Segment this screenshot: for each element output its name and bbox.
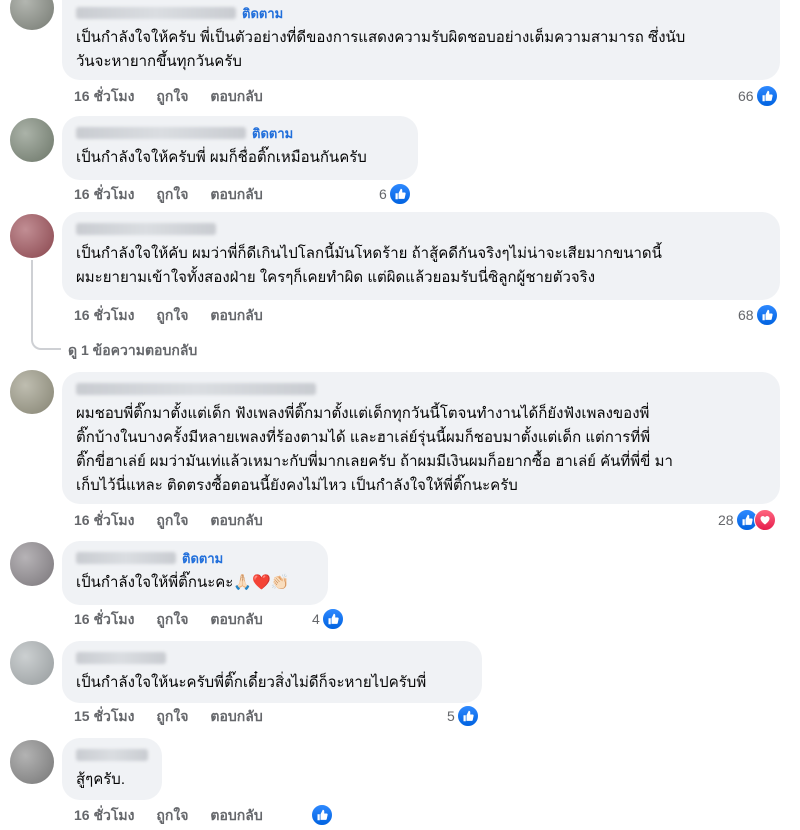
- reaction-summary[interactable]: 4: [312, 608, 344, 630]
- reply-button[interactable]: ตอบกลับ: [210, 805, 262, 827]
- reaction-summary[interactable]: 66: [738, 85, 778, 107]
- commenter-name[interactable]: [76, 127, 246, 139]
- comment-text: เป็นกำลังใจให้นะครับพี่ติ๊กเดี๋ยวสิ่งไม่…: [76, 671, 468, 695]
- comment-bubble: ติดตาม เป็นกำลังใจให้พี่ติ๊กนะคะ🙏🏻❤️👏🏻: [62, 541, 328, 605]
- like-button[interactable]: ถูกใจ: [156, 510, 188, 532]
- like-button[interactable]: ถูกใจ: [156, 86, 188, 108]
- comment-line: ติ๊กบ้างในบางครั้งมีหลายเพลงที่ร้องตามได…: [76, 429, 651, 446]
- commenter-name[interactable]: [76, 552, 176, 564]
- commenter-name[interactable]: [76, 652, 166, 664]
- commenter-name[interactable]: [76, 383, 316, 395]
- comment-line: เป็นกำลังใจให้พี่ติ๊กนะคะ🙏🏻❤️👏🏻: [76, 574, 290, 591]
- timestamp[interactable]: 16 ชั่วโมง: [74, 805, 134, 827]
- follow-button[interactable]: ติดตาม: [182, 548, 223, 569]
- reaction-summary[interactable]: 5: [447, 705, 479, 727]
- comment-line: เป็นกำลังใจให้คับ ผมว่าพี่ก็ดีเกินไปโลกน…: [76, 245, 662, 262]
- like-button[interactable]: ถูกใจ: [156, 184, 188, 206]
- comment-actions: 16 ชั่วโมง ถูกใจ ตอบกลับ: [74, 610, 263, 630]
- like-button[interactable]: ถูกใจ: [156, 805, 188, 827]
- reaction-summary[interactable]: 6: [379, 183, 411, 205]
- comment-text: เป็นกำลังใจให้ครับพี่ ผมก็ชื่อติ๊กเหมือน…: [76, 146, 404, 170]
- reaction-summary[interactable]: [309, 804, 333, 826]
- reply-thread-line: [31, 260, 61, 350]
- comment-line: เป็นกำลังใจให้นะครับพี่ติ๊กเดี๋ยวสิ่งไม่…: [76, 674, 427, 691]
- like-button[interactable]: ถูกใจ: [156, 706, 188, 728]
- thumbs-up-icon: [755, 304, 778, 326]
- thumbs-up-icon: [321, 608, 344, 630]
- commenter-name[interactable]: [76, 749, 148, 761]
- comment-actions: 16 ชั่วโมง ถูกใจ ตอบกลับ: [74, 511, 263, 531]
- comment-line: เป็นกำลังใจให้ครับพี่ ผมก็ชื่อติ๊กเหมือน…: [76, 149, 367, 166]
- like-button[interactable]: ถูกใจ: [156, 305, 188, 327]
- reaction-count: 28: [718, 512, 734, 528]
- thumbs-up-icon: [311, 804, 333, 826]
- avatar[interactable]: [10, 740, 54, 784]
- avatar[interactable]: [10, 214, 54, 258]
- reply-button[interactable]: ตอบกลับ: [210, 305, 262, 327]
- comment-text: เป็นกำลังใจให้ครับ พี่เป็นตัวอย่างที่ดีข…: [76, 26, 766, 74]
- comment-text: เป็นกำลังใจให้พี่ติ๊กนะคะ🙏🏻❤️👏🏻: [76, 571, 314, 595]
- reply-button[interactable]: ตอบกลับ: [210, 609, 262, 631]
- comment-text: สู้ๆครับ.: [76, 768, 148, 792]
- reply-button[interactable]: ตอบกลับ: [210, 510, 262, 532]
- heart-icon: [753, 509, 776, 531]
- reaction-count: 5: [447, 708, 455, 724]
- timestamp[interactable]: 16 ชั่วโมง: [74, 184, 134, 206]
- comment-bubble: ติดตาม เป็นกำลังใจให้ครับ พี่เป็นตัวอย่า…: [62, 0, 780, 80]
- comment-bubble: ผมชอบพี่ติ๊กมาตั้งแต่เด็ก ฟังเพลงพี่ติ๊ก…: [62, 372, 780, 504]
- reaction-summary[interactable]: 68: [738, 304, 778, 326]
- thumbs-up-icon: [456, 705, 479, 727]
- thumbs-up-icon: [388, 183, 411, 205]
- comment-line: วันจะหายากขึ้นทุกวันครับ: [76, 53, 242, 70]
- follow-button[interactable]: ติดตาม: [242, 3, 283, 24]
- comment-bubble: เป็นกำลังใจให้คับ ผมว่าพี่ก็ดีเกินไปโลกน…: [62, 212, 780, 300]
- comment-bubble: สู้ๆครับ.: [62, 738, 162, 800]
- comment-line: เป็นกำลังใจให้ครับ พี่เป็นตัวอย่างที่ดีข…: [76, 29, 686, 46]
- follow-button[interactable]: ติดตาม: [252, 123, 293, 144]
- reply-button[interactable]: ตอบกลับ: [210, 706, 262, 728]
- avatar[interactable]: [10, 118, 54, 162]
- timestamp[interactable]: 15 ชั่วโมง: [74, 706, 134, 728]
- comment-actions: 16 ชั่วโมง ถูกใจ ตอบกลับ: [74, 806, 263, 826]
- reaction-count: 66: [738, 88, 754, 104]
- reaction-count: 6: [379, 186, 387, 202]
- comment-line: ติ๊กขี่ฮาเล่ย์ ผมว่ามันเท่แล้วเหมาะกับพี…: [76, 453, 673, 470]
- view-replies-link[interactable]: ดู 1 ข้อความตอบกลับ: [68, 340, 197, 362]
- timestamp[interactable]: 16 ชั่วโมง: [74, 305, 134, 327]
- reply-button[interactable]: ตอบกลับ: [210, 86, 262, 108]
- comment-line: สู้ๆครับ.: [76, 771, 125, 788]
- avatar[interactable]: [10, 370, 54, 414]
- commenter-name[interactable]: [76, 223, 216, 235]
- view-replies-label: ดู 1 ข้อความตอบกลับ: [68, 342, 198, 358]
- comment-actions: 15 ชั่วโมง ถูกใจ ตอบกลับ: [74, 707, 263, 727]
- comment-bubble: เป็นกำลังใจให้นะครับพี่ติ๊กเดี๋ยวสิ่งไม่…: [62, 641, 482, 703]
- thumbs-up-icon: [755, 85, 778, 107]
- comment-line: ผมะยายามเข้าใจทั้งสองฝ่าย ใครๆก็เคยทำผิด…: [76, 269, 596, 286]
- timestamp[interactable]: 16 ชั่วโมง: [74, 609, 134, 631]
- reaction-count: 68: [738, 307, 754, 323]
- timestamp[interactable]: 16 ชั่วโมง: [74, 510, 134, 532]
- comment-text: เป็นกำลังใจให้คับ ผมว่าพี่ก็ดีเกินไปโลกน…: [76, 242, 766, 290]
- reaction-count: 4: [312, 611, 320, 627]
- like-button[interactable]: ถูกใจ: [156, 609, 188, 631]
- comment-line: เก็บไว้นี่แหละ ติดตรงซื้อตอนนี้ยังคงไม่ไ…: [76, 477, 518, 494]
- avatar[interactable]: [10, 641, 54, 685]
- comment-actions: 16 ชั่วโมง ถูกใจ ตอบกลับ: [74, 306, 263, 326]
- comment-actions: 16 ชั่วโมง ถูกใจ ตอบกลับ: [74, 87, 263, 107]
- reaction-summary[interactable]: 28: [718, 509, 776, 531]
- commenter-name[interactable]: [76, 7, 236, 19]
- timestamp[interactable]: 16 ชั่วโมง: [74, 86, 134, 108]
- comment-text: ผมชอบพี่ติ๊กมาตั้งแต่เด็ก ฟังเพลงพี่ติ๊ก…: [76, 402, 766, 498]
- reply-button[interactable]: ตอบกลับ: [210, 184, 262, 206]
- comment-bubble: ติดตาม เป็นกำลังใจให้ครับพี่ ผมก็ชื่อติ๊…: [62, 116, 418, 180]
- avatar[interactable]: [10, 542, 54, 586]
- avatar[interactable]: [10, 0, 54, 30]
- comment-line: ผมชอบพี่ติ๊กมาตั้งแต่เด็ก ฟังเพลงพี่ติ๊ก…: [76, 405, 650, 422]
- comment-actions: 16 ชั่วโมง ถูกใจ ตอบกลับ: [74, 185, 263, 205]
